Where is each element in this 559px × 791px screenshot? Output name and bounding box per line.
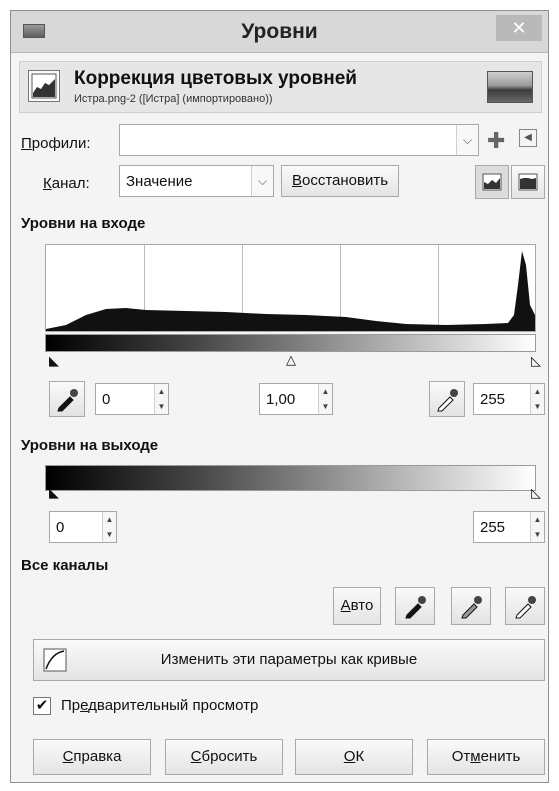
chevron-down-icon[interactable]: ⌵ [456,125,478,155]
curves-icon [43,648,67,672]
output-black-handle[interactable]: ◣ [49,485,59,501]
linear-histogram-icon [482,173,502,191]
input-levels-title: Уровни на входе [21,215,146,232]
output-gradient [45,465,536,491]
levels-icon [28,70,60,102]
auto-button[interactable]: Авто [333,587,381,625]
close-button[interactable]: ✕ [496,15,542,41]
input-white-handle[interactable]: ◺ [531,353,541,369]
spin-arrows[interactable]: ▲ ▼ [102,512,116,542]
add-icon[interactable]: ✚ [487,128,505,154]
title-bar[interactable]: Уровни ✕ [11,11,548,53]
input-gradient [45,334,536,352]
linear-histogram-button[interactable] [475,165,509,199]
gray-eyedropper-icon [461,596,482,619]
white-eyedropper-icon [437,389,458,412]
all-black-picker[interactable] [395,587,435,625]
close-icon: ✕ [511,18,527,38]
black-eyedropper-icon [405,596,426,619]
edit-as-curves-label: Изменить эти параметры как кривые [160,651,418,668]
dialog-heading: Коррекция цветовых уровней [74,68,357,89]
output-white-handle[interactable]: ◺ [531,485,541,501]
cancel-button[interactable]: Отменить [427,739,545,775]
restore-button[interactable]: Восстановить [281,165,399,197]
edit-as-curves-button[interactable]: Изменить эти параметры как кривые [33,639,545,681]
spin-arrows[interactable]: ▲ ▼ [154,384,168,414]
all-gray-picker[interactable] [451,587,491,625]
input-gamma-spin[interactable]: 1,00 ▲ ▼ [259,383,333,415]
spin-arrows[interactable]: ▲ ▼ [530,512,544,542]
channel-value: Значение [126,173,193,190]
profiles-combo[interactable]: ⌵ [119,124,479,156]
channel-label: Канал: [43,175,90,192]
profiles-label: Профили: [21,135,91,152]
input-black-spin[interactable]: 0 ▲ ▼ [95,383,169,415]
histogram [45,244,536,332]
image-name: Истра.png-2 ([Истра] (импортировано)) [74,93,273,105]
log-histogram-button[interactable] [511,165,545,199]
chevron-down-icon[interactable]: ⌵ [251,166,273,196]
output-white-spin[interactable]: 255 ▲ ▼ [473,511,545,543]
dialog-header: Коррекция цветовых уровней Истра.png-2 (… [19,61,542,113]
input-gamma-handle[interactable]: △ [286,352,296,368]
output-levels-title: Уровни на выходе [21,437,159,454]
ok-button[interactable]: ОК [295,739,413,775]
channel-combo[interactable]: Значение ⌵ [119,165,274,197]
log-histogram-icon [518,173,538,191]
input-black-handle[interactable]: ◣ [49,353,59,369]
reset-button[interactable]: Сбросить [165,739,283,775]
all-channels-title: Все каналы [21,557,109,574]
menu-arrow-icon[interactable]: ◀ [519,129,537,147]
spin-arrows[interactable]: ▲ ▼ [318,384,332,414]
preview-checkbox[interactable]: ✔ [33,697,51,715]
checkmark-icon: ✔ [35,697,49,714]
levels-dialog: Уровни ✕ Коррекция цветовых уровней Истр… [10,10,549,783]
window-title: Уровни [241,20,318,43]
black-point-picker[interactable] [49,381,85,417]
black-eyedropper-icon [57,389,78,412]
help-button[interactable]: Справка [33,739,151,775]
image-thumbnail [487,71,533,103]
preview-label[interactable]: Предварительный просмотр [61,697,258,714]
all-white-picker[interactable] [505,587,545,625]
white-eyedropper-icon [515,596,536,619]
spin-arrows[interactable]: ▲ ▼ [530,384,544,414]
white-point-picker[interactable] [429,381,465,417]
input-white-spin[interactable]: 255 ▲ ▼ [473,383,545,415]
histogram-graph [46,251,535,331]
output-black-spin[interactable]: 0 ▲ ▼ [49,511,117,543]
